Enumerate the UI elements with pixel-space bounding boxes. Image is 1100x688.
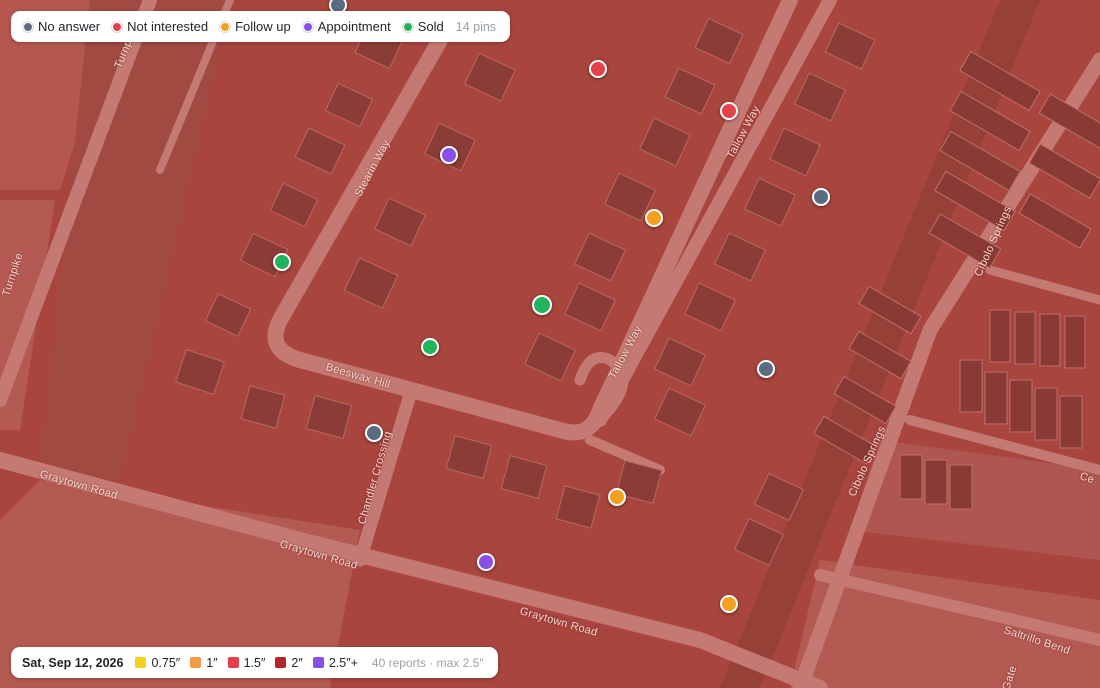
hail-size-label: 0.75″	[151, 655, 181, 670]
hail-legend: Sat, Sep 12, 2026 0.75″ 1″ 1.5″ 2″ 2.5″+…	[11, 647, 498, 678]
legend-label: Appointment	[317, 19, 391, 34]
hail-size-label: 1.5″	[243, 655, 266, 670]
map-pin[interactable]	[757, 360, 775, 378]
legend-label: No answer	[38, 19, 101, 34]
map-pin[interactable]	[477, 553, 495, 571]
legend-item-appointment[interactable]: Appointment	[302, 19, 391, 34]
legend-item-not-interested[interactable]: Not interested	[112, 19, 208, 34]
follow-up-dot-icon	[220, 21, 231, 32]
map-pin[interactable]	[608, 488, 626, 506]
hail-swatch	[135, 657, 147, 668]
legend-item-no-answer[interactable]: No answer	[23, 19, 100, 34]
hail-swatch	[190, 657, 202, 668]
appointment-dot-icon	[302, 21, 313, 32]
map-pin[interactable]	[720, 102, 738, 120]
hail-size-item: 1.5″	[227, 655, 266, 670]
legend-label: Not interested	[127, 19, 209, 34]
map-pin[interactable]	[273, 253, 291, 271]
hail-size-item: 1″	[190, 655, 218, 670]
hail-size-item: 0.75″	[135, 656, 180, 670]
pin-count: 14 pins	[455, 19, 497, 34]
hail-size-label: 2.5″+	[328, 655, 358, 670]
hail-size-label: 2″	[291, 655, 303, 670]
hail-size-item: 2″	[275, 655, 303, 670]
legend-item-sold[interactable]: Sold	[402, 19, 444, 34]
map-pin[interactable]	[589, 60, 607, 78]
map-pin[interactable]	[421, 338, 439, 356]
map-pin[interactable]	[812, 188, 830, 206]
map-pin[interactable]	[365, 424, 383, 442]
hail-swatch	[275, 657, 287, 668]
status-legend: No answer Not interested Follow up Appoi…	[11, 11, 511, 42]
legend-label: Sold	[417, 19, 444, 34]
hail-size-label: 1″	[206, 655, 218, 670]
legend-label: Follow up	[235, 19, 291, 34]
map-canvas[interactable]: Turnpike Turnpike Stearin Way Tallow Way…	[0, 0, 1100, 688]
map-basemap	[0, 0, 1100, 688]
map-pin[interactable]	[720, 595, 738, 613]
sold-dot-icon	[402, 21, 413, 32]
hail-swatch	[227, 657, 239, 668]
storm-date[interactable]: Sat, Sep 12, 2026	[22, 656, 123, 670]
hail-swatch	[312, 657, 324, 668]
hail-size-item: 2.5″+	[312, 655, 358, 670]
map-pin[interactable]	[645, 209, 663, 227]
hail-summary: 40 reports · max 2.5″	[371, 655, 484, 670]
map-pin[interactable]	[440, 146, 458, 164]
map-pin[interactable]	[532, 295, 552, 315]
no-answer-dot-icon	[23, 21, 33, 32]
legend-item-follow-up[interactable]: Follow up	[220, 19, 291, 34]
not-interested-dot-icon	[112, 21, 123, 32]
